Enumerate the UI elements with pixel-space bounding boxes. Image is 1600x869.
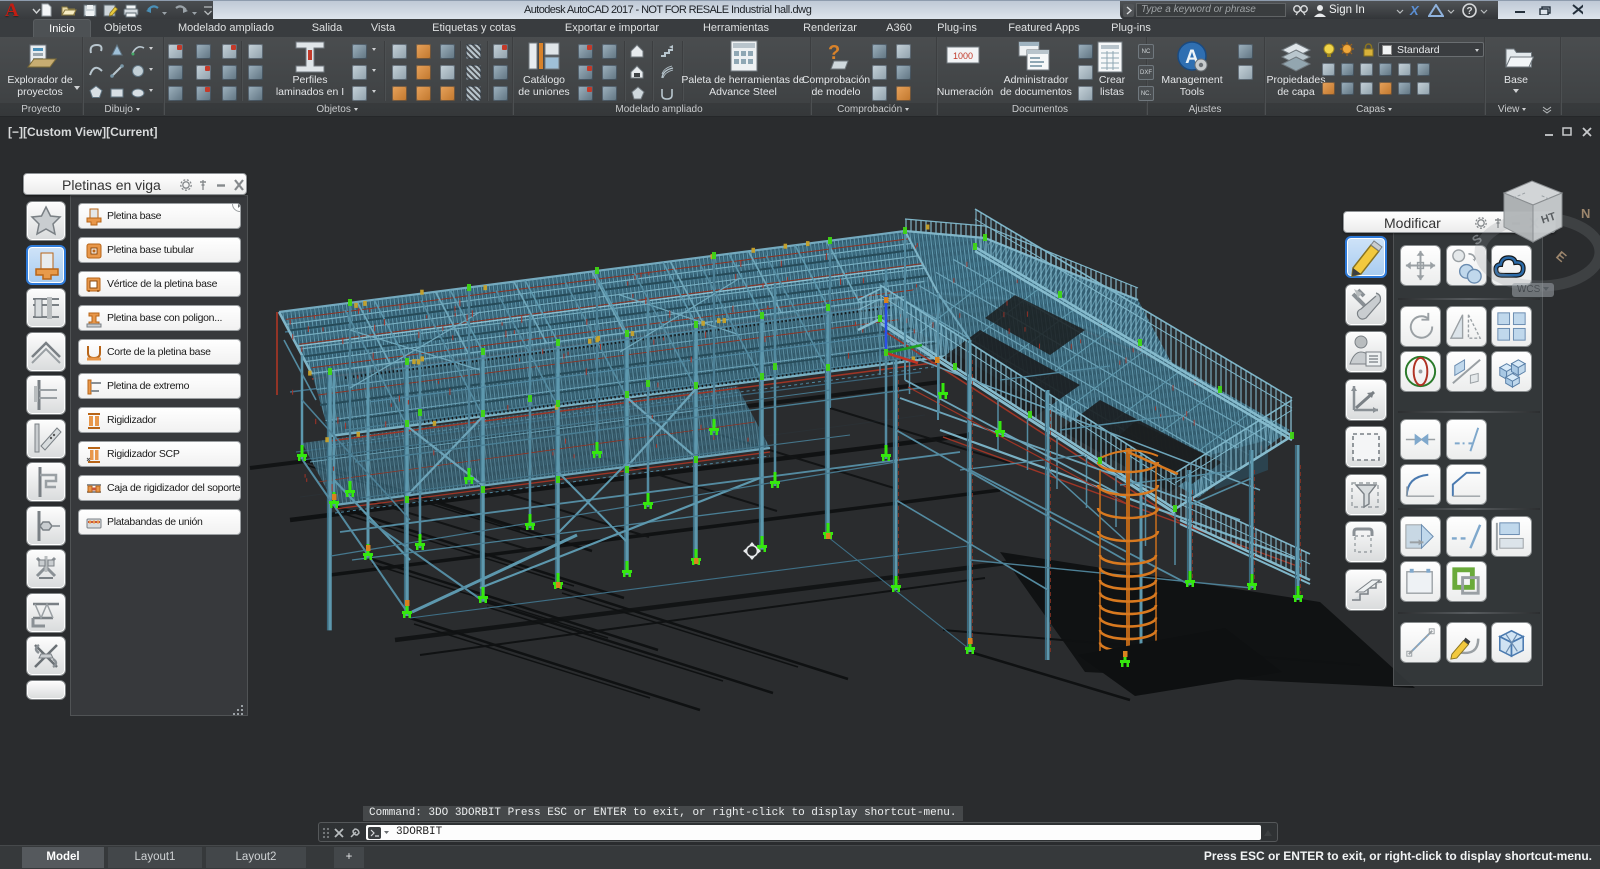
svg-text:1000: 1000 — [953, 51, 973, 61]
svg-text:?: ? — [1466, 6, 1472, 17]
svg-text:N: N — [1581, 206, 1590, 221]
svg-text:E: E — [1553, 248, 1570, 265]
